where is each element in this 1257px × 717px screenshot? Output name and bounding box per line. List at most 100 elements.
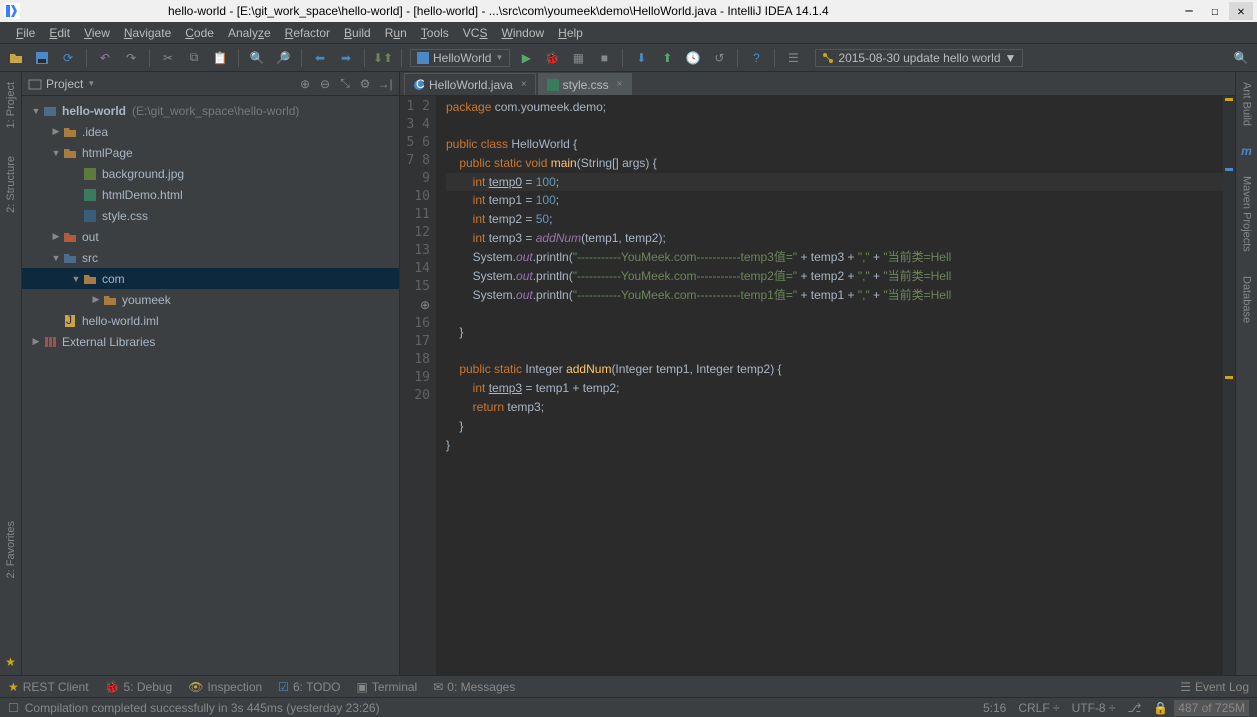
toolwindow-debug[interactable]: 🐞5: Debug — [105, 680, 173, 694]
stop-icon[interactable]: ■ — [594, 48, 614, 68]
menu-refactor[interactable]: Refactor — [279, 24, 336, 42]
lock-icon[interactable]: 🔒 — [1147, 701, 1174, 715]
menu-file[interactable]: File — [10, 24, 41, 42]
search-everywhere-icon[interactable]: 🔍 — [1231, 48, 1251, 68]
favorites-star-icon[interactable]: ★ — [5, 655, 16, 669]
tree-idea[interactable]: ▶ .idea — [22, 121, 399, 142]
tree-file-css[interactable]: style.css — [22, 205, 399, 226]
minimize-button[interactable]: ─ — [1177, 2, 1201, 20]
left-toolwindow-bar: 1: Project 2: Structure 2: Favorites ★ — [0, 72, 22, 675]
replace-icon[interactable]: 🔎 — [273, 48, 293, 68]
project-view-combo[interactable]: ▼ — [87, 79, 95, 88]
tree-com[interactable]: ▼ com — [22, 268, 399, 289]
scroll-to-icon[interactable]: ⊕ — [297, 77, 313, 91]
tree-file-bg[interactable]: background.jpg — [22, 163, 399, 184]
error-stripe[interactable] — [1223, 96, 1235, 675]
run-config-icon — [417, 52, 429, 64]
back-icon[interactable]: ⬅ — [310, 48, 330, 68]
run-config-combo[interactable]: HelloWorld ▼ — [410, 49, 510, 67]
menu-analyze[interactable]: Analyze — [222, 24, 277, 42]
find-icon[interactable]: 🔍 — [247, 48, 267, 68]
hide-icon[interactable]: →| — [377, 77, 393, 91]
toolwindow-terminal[interactable]: ▣Terminal — [357, 680, 418, 694]
close-button[interactable]: ✕ — [1229, 2, 1253, 20]
help-icon[interactable]: ? — [746, 48, 766, 68]
toolwindow-favorites[interactable]: 2: Favorites — [3, 515, 19, 584]
toolwindow-inspection[interactable]: 👁Inspection — [188, 680, 262, 694]
tab-close-icon[interactable]: × — [521, 79, 527, 90]
tree-root[interactable]: ▼ hello-world (E:\git_work_space\hello-w… — [22, 100, 399, 121]
project-pane: Project ▼ ⊕ ⊖ ⤡ ⚙ →| ▼ hello-world (E:\g… — [22, 72, 400, 675]
tab-helloworld[interactable]: C HelloWorld.java × — [404, 73, 536, 95]
toolwindow-rest[interactable]: ★REST Client — [8, 680, 89, 694]
vcs-history-icon[interactable]: 🕓 — [683, 48, 703, 68]
toolwindow-project[interactable]: 1: Project — [3, 76, 19, 134]
toolwindow-structure[interactable]: 2: Structure — [3, 150, 19, 219]
vcs-commit-icon[interactable]: ⬆ — [657, 48, 677, 68]
structure-icon[interactable]: ☰ — [783, 48, 803, 68]
caret-position[interactable]: 5:16 — [977, 701, 1012, 715]
maximize-button[interactable]: ☐ — [1203, 2, 1227, 20]
toolwindow-todo[interactable]: ☑6: TODO — [278, 680, 340, 694]
image-icon — [82, 166, 98, 182]
file-encoding[interactable]: UTF-8 ÷ — [1066, 701, 1122, 715]
toolbar: ⟳ ↶ ↷ ✂ ⧉ 📋 🔍 🔎 ⬅ ➡ ⬇⬆ HelloWorld ▼ ▶ 🐞 … — [0, 44, 1257, 72]
open-icon[interactable] — [6, 48, 26, 68]
editor: C HelloWorld.java × style.css × 1 2 3 4 … — [400, 72, 1235, 675]
collapse-icon[interactable]: ⤡ — [337, 76, 353, 91]
tree-src[interactable]: ▼ src — [22, 247, 399, 268]
menu-window[interactable]: Window — [495, 24, 550, 42]
save-icon[interactable] — [32, 48, 52, 68]
tree-out[interactable]: ▶ out — [22, 226, 399, 247]
menu-tools[interactable]: Tools — [415, 24, 455, 42]
tree-htmlpage[interactable]: ▼ htmlPage — [22, 142, 399, 163]
tab-stylecss[interactable]: style.css × — [538, 73, 632, 95]
make-icon[interactable]: ⬇⬆ — [373, 48, 393, 68]
sync-icon[interactable]: ⟳ — [58, 48, 78, 68]
menu-run[interactable]: Run — [379, 24, 413, 42]
project-tree[interactable]: ▼ hello-world (E:\git_work_space\hello-w… — [22, 96, 399, 675]
tab-close-icon[interactable]: × — [617, 79, 623, 90]
code-area[interactable]: package com.youmeek.demo; public class H… — [436, 96, 1223, 675]
menu-view[interactable]: View — [78, 24, 116, 42]
scroll-from-icon[interactable]: ⊖ — [317, 77, 333, 91]
redo-icon[interactable]: ↷ — [121, 48, 141, 68]
coverage-icon[interactable]: ▦ — [568, 48, 588, 68]
menu-navigate[interactable]: Navigate — [118, 24, 177, 42]
undo-icon[interactable]: ↶ — [95, 48, 115, 68]
memory-indicator[interactable]: 487 of 725M — [1174, 700, 1249, 716]
menu-edit[interactable]: Edit — [43, 24, 76, 42]
tree-iml[interactable]: J hello-world.iml — [22, 310, 399, 331]
project-header-label: Project — [46, 77, 83, 91]
vcs-branch-combo[interactable]: 2015-08-30 update hello world ▼ — [815, 49, 1023, 67]
tree-file-demo[interactable]: htmlDemo.html — [22, 184, 399, 205]
toolwindow-ant[interactable]: Ant Build — [1239, 76, 1255, 132]
menu-help[interactable]: Help — [552, 24, 589, 42]
package-icon — [82, 271, 98, 287]
git-indicator-icon[interactable]: ⎇ — [1122, 701, 1148, 715]
statusbar-toggle-icon[interactable]: ☐ — [8, 701, 19, 715]
toolwindow-messages[interactable]: ✉0: Messages — [433, 680, 515, 694]
tree-youmeek[interactable]: ▶ youmeek — [22, 289, 399, 310]
settings-icon[interactable]: ⚙ — [357, 77, 373, 91]
menu-build[interactable]: Build — [338, 24, 377, 42]
vcs-update-icon[interactable]: ⬇ — [631, 48, 651, 68]
vcs-revert-icon[interactable]: ↺ — [709, 48, 729, 68]
svg-text:C: C — [416, 79, 425, 91]
menu-vcs[interactable]: VCS — [457, 24, 494, 42]
statusbar: ☐ Compilation completed successfully in … — [0, 697, 1257, 717]
paste-icon[interactable]: 📋 — [210, 48, 230, 68]
line-gutter[interactable]: 1 2 3 4 5 6 7 8 9 10 11 12 13 14 15 ⊕ 16… — [400, 96, 436, 675]
menu-code[interactable]: Code — [179, 24, 220, 42]
toolwindow-eventlog[interactable]: ☰Event Log — [1180, 680, 1249, 694]
tree-external[interactable]: ▶ External Libraries — [22, 331, 399, 352]
debug-icon[interactable]: 🐞 — [542, 48, 562, 68]
run-icon[interactable]: ▶ — [516, 48, 536, 68]
folder-icon — [62, 229, 78, 245]
toolwindow-database[interactable]: Database — [1239, 270, 1255, 329]
line-separator[interactable]: CRLF ÷ — [1012, 701, 1065, 715]
copy-icon[interactable]: ⧉ — [184, 48, 204, 68]
cut-icon[interactable]: ✂ — [158, 48, 178, 68]
toolwindow-maven[interactable]: Maven Projects — [1239, 170, 1255, 258]
forward-icon[interactable]: ➡ — [336, 48, 356, 68]
